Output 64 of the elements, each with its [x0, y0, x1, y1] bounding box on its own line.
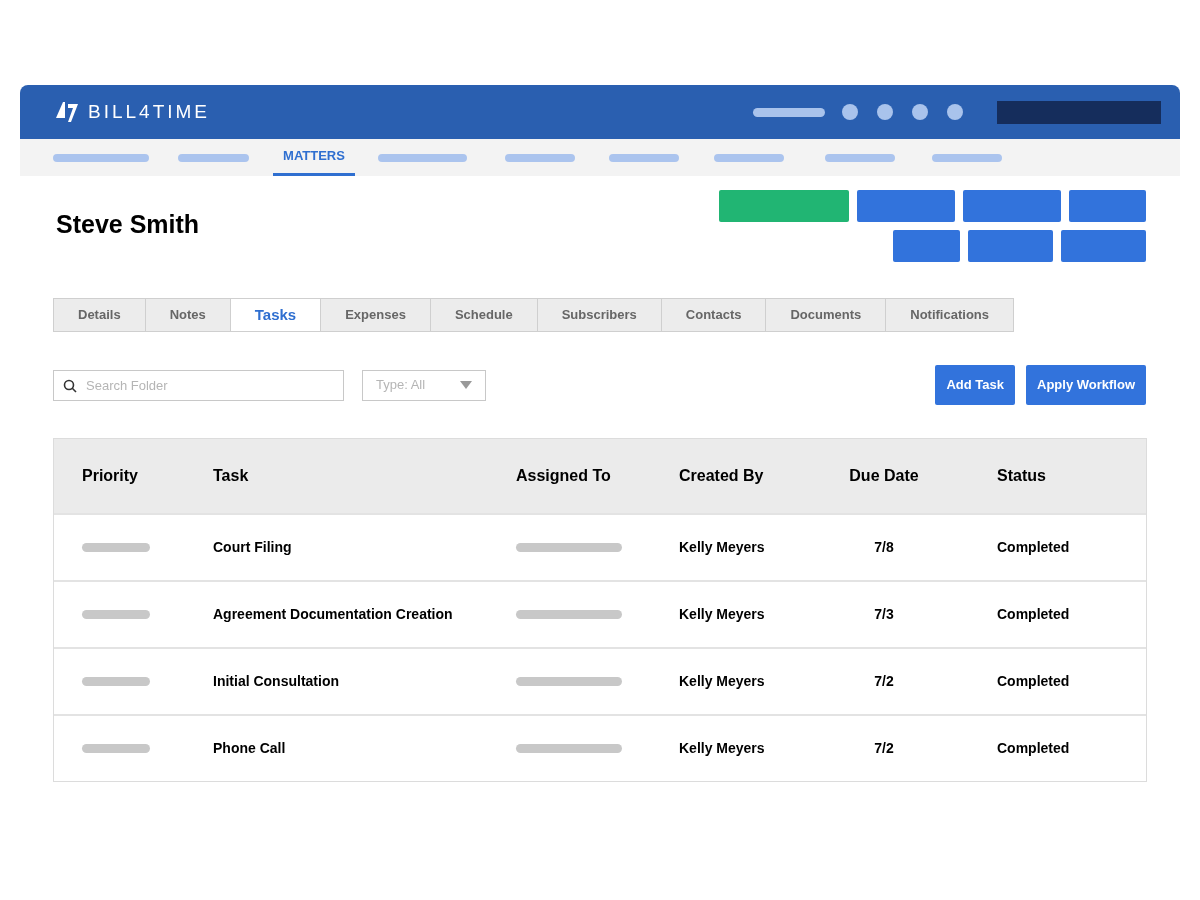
dropdown-caret-icon	[460, 381, 472, 389]
table-cell-text: Agreement Documentation Creation	[213, 605, 454, 624]
tab[interactable]: Notes	[144, 299, 230, 331]
priority-placeholder-bar	[82, 610, 150, 619]
header-icon[interactable]	[912, 104, 928, 120]
action-button-placeholder[interactable]	[857, 190, 955, 222]
column-header: Assigned To	[516, 466, 612, 486]
logo-icon	[54, 100, 80, 124]
header-icon[interactable]	[842, 104, 858, 120]
tab[interactable]: Contacts	[660, 299, 766, 331]
table-cell-text: Completed	[997, 605, 1070, 624]
header-icon[interactable]	[877, 104, 893, 120]
nav-placeholder-bar[interactable]	[825, 153, 895, 162]
table-cell-text: 7/2	[873, 739, 895, 758]
action-button[interactable]: Apply Workflow	[1026, 365, 1146, 405]
tab[interactable]: Details	[54, 299, 145, 331]
priority-placeholder-bar	[82, 677, 150, 686]
tab[interactable]: Expenses	[320, 299, 430, 331]
nav-placeholder-bar[interactable]	[378, 153, 467, 162]
column-header: Status	[997, 466, 1046, 486]
table-cell-text: Completed	[997, 739, 1070, 758]
column-header: Due Date	[848, 466, 920, 486]
logo-text: BILL4TIME	[88, 99, 211, 124]
column-header: Created By	[679, 466, 765, 486]
action-button-placeholder[interactable]	[1061, 230, 1146, 262]
nav-placeholder-bar[interactable]	[178, 153, 249, 162]
client-name: Steve Smith	[56, 209, 200, 240]
table-cell-text: Kelly Meyers	[679, 538, 766, 557]
nav-link[interactable]: MATTERS	[273, 139, 355, 176]
table-cell-text: 7/2	[873, 672, 895, 691]
action-button-placeholder[interactable]	[893, 230, 960, 262]
search-field[interactable]: Search Folder	[53, 369, 344, 401]
table-cell-text: Completed	[997, 538, 1070, 557]
priority-placeholder-bar	[82, 543, 150, 552]
nav-placeholder-bar[interactable]	[932, 153, 1002, 162]
header-icon[interactable]	[947, 104, 963, 120]
table-cell-text: 7/8	[873, 538, 895, 557]
header-placeholder-bar	[753, 107, 825, 117]
table-cell-text: Phone Call	[213, 739, 287, 758]
action-button[interactable]: Add Task	[935, 365, 1015, 405]
table-cell-text: Completed	[997, 672, 1070, 691]
table-cell-text: Court Filing	[213, 538, 293, 557]
action-button-placeholder[interactable]	[1069, 190, 1146, 222]
tab[interactable]: Notifications	[885, 299, 1013, 331]
table-cell-text: Kelly Meyers	[679, 605, 766, 624]
nav-placeholder-bar[interactable]	[53, 153, 149, 162]
tab[interactable]: Schedule	[429, 299, 537, 331]
column-header: Priority	[81, 466, 139, 486]
header-search-block[interactable]	[997, 100, 1161, 124]
search-icon	[63, 378, 77, 393]
nav-placeholder-bar[interactable]	[714, 153, 784, 162]
action-button-placeholder[interactable]	[963, 190, 1061, 222]
action-button-placeholder[interactable]	[968, 230, 1053, 262]
table-cell-text: Kelly Meyers	[679, 672, 766, 691]
table-cell-text: Kelly Meyers	[679, 739, 766, 758]
tab[interactable]: Subscribers	[536, 299, 661, 331]
tab[interactable]: Documents	[765, 299, 886, 331]
nav-placeholder-bar[interactable]	[505, 153, 575, 162]
action-button-placeholder[interactable]	[719, 190, 849, 222]
table-cell-text: Initial Consultation	[213, 672, 340, 691]
nav-placeholder-bar[interactable]	[609, 153, 679, 162]
column-header: Task	[213, 466, 250, 486]
priority-placeholder-bar	[82, 744, 150, 753]
table-cell-text: 7/3	[873, 605, 895, 624]
